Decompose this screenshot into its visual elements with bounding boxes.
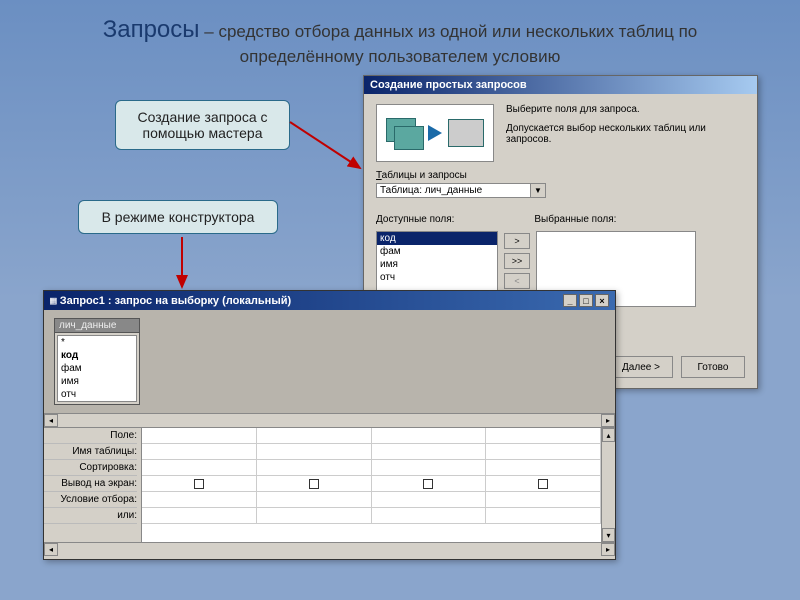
wizard-instruction-2: Допускается выбор нескольких таблиц или … xyxy=(506,123,745,145)
grid-horizontal-scrollbar[interactable]: ◂ ▸ xyxy=(44,542,615,556)
wizard-instruction-1: Выберите поля для запроса. xyxy=(506,104,745,115)
designer-titlebar[interactable]: ▦ Запрос1 : запрос на выборку (локальный… xyxy=(44,291,615,310)
done-button[interactable]: Готово xyxy=(681,356,745,378)
next-button[interactable]: Далее > xyxy=(609,356,673,378)
list-item[interactable]: фам xyxy=(377,245,497,258)
row-label: Сортировка: xyxy=(44,460,137,476)
field-item[interactable]: * xyxy=(58,336,136,349)
list-item[interactable]: код xyxy=(377,232,497,245)
field-item[interactable]: отч xyxy=(58,388,136,401)
designer-window: ▦ Запрос1 : запрос на выборку (локальный… xyxy=(43,290,616,560)
vertical-scrollbar[interactable]: ▴ ▾ xyxy=(601,428,615,542)
close-icon[interactable]: × xyxy=(595,294,609,307)
combo-dropdown-icon[interactable]: ▼ xyxy=(530,184,545,197)
row-label: Условие отбора: xyxy=(44,492,137,508)
minimize-icon[interactable]: _ xyxy=(563,294,577,307)
row-label: Вывод на экран: xyxy=(44,476,137,492)
designer-grid: Поле: Имя таблицы: Сортировка: Вывод на … xyxy=(44,428,615,542)
designer-tables-pane[interactable]: лич_данные * код фам имя отч ◂ ▸ xyxy=(44,310,615,428)
title-rest: средство отбора данных из одной или неск… xyxy=(218,22,697,66)
move-right-button[interactable]: > xyxy=(504,233,530,249)
scroll-down-icon[interactable]: ▾ xyxy=(602,528,615,542)
table-box-header: лич_данные xyxy=(55,319,139,333)
wizard-title: Создание простых запросов xyxy=(370,79,527,91)
title-main: Запросы xyxy=(103,16,200,43)
tables-combo[interactable]: ▼ xyxy=(376,183,546,198)
checkbox[interactable] xyxy=(309,479,319,489)
scroll-left-icon[interactable]: ◂ xyxy=(44,414,58,427)
arrow-to-wizard xyxy=(288,116,366,174)
field-item[interactable]: имя xyxy=(58,375,136,388)
row-label: Поле: xyxy=(44,428,137,444)
row-label: Имя таблицы: xyxy=(44,444,137,460)
list-item[interactable]: имя xyxy=(377,258,497,271)
move-left-button[interactable]: < xyxy=(504,273,530,289)
arrow-to-designer xyxy=(170,235,200,293)
checkbox[interactable] xyxy=(423,479,433,489)
table-box[interactable]: лич_данные * код фам имя отч xyxy=(54,318,140,405)
grid-cells-area[interactable] xyxy=(142,428,601,542)
callout-wizard: Создание запроса с помощью мастера xyxy=(115,100,290,150)
wizard-graphic xyxy=(376,104,494,162)
tables-queries-label: Таблицы и запросы xyxy=(376,170,745,181)
list-item[interactable]: отч xyxy=(377,271,497,284)
slide-title: Запросы – средство отбора данных из одно… xyxy=(0,0,800,75)
field-item[interactable]: код xyxy=(58,349,136,362)
callout-designer: В режиме конструктора xyxy=(78,200,278,234)
selected-fields-label: Выбранные поля: xyxy=(534,214,616,225)
checkbox[interactable] xyxy=(194,479,204,489)
scroll-right-icon[interactable]: ▸ xyxy=(601,414,615,427)
tables-combo-input[interactable] xyxy=(377,184,530,197)
designer-title: ▦ Запрос1 : запрос на выборку (локальный… xyxy=(50,294,291,307)
scroll-left-icon[interactable]: ◂ xyxy=(44,543,58,556)
scroll-right-icon[interactable]: ▸ xyxy=(601,543,615,556)
wizard-titlebar[interactable]: Создание простых запросов xyxy=(364,76,757,94)
maximize-icon[interactable]: □ xyxy=(579,294,593,307)
move-all-right-button[interactable]: >> xyxy=(504,253,530,269)
field-item[interactable]: фам xyxy=(58,362,136,375)
row-label: или: xyxy=(44,508,137,524)
checkbox[interactable] xyxy=(538,479,548,489)
scroll-up-icon[interactable]: ▴ xyxy=(602,428,615,442)
available-fields-label: Доступные поля: xyxy=(376,214,454,225)
horizontal-scrollbar[interactable]: ◂ ▸ xyxy=(44,413,615,427)
